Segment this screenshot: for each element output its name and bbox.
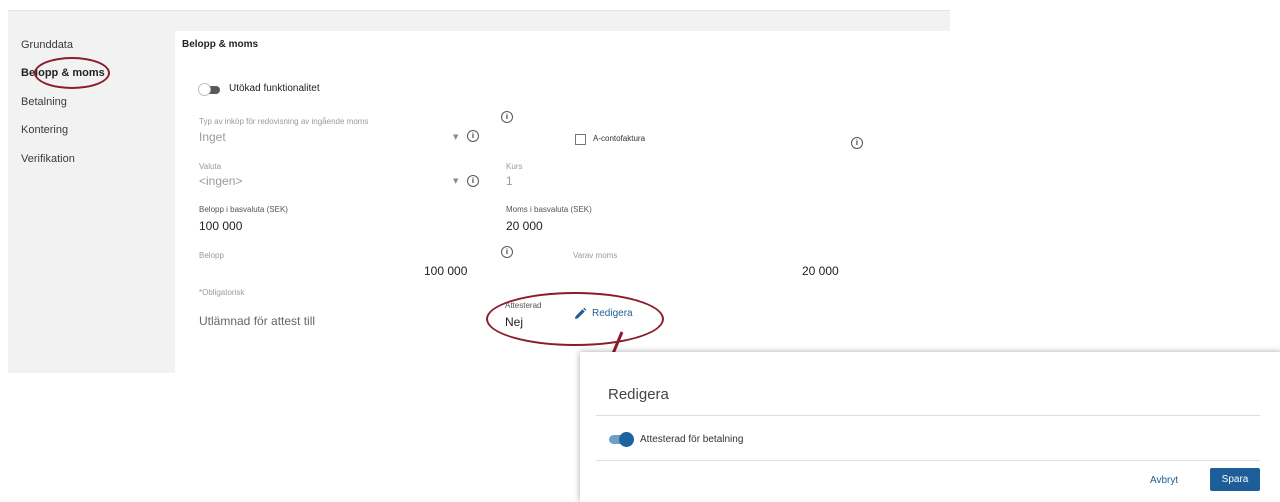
base-vat-value: 20 000 bbox=[506, 219, 543, 233]
highlight-oval-attest bbox=[486, 292, 664, 346]
purchase-type-select[interactable]: Inget bbox=[199, 130, 226, 144]
info-icon[interactable]: i bbox=[501, 111, 513, 123]
amount-label: Belopp bbox=[199, 251, 224, 260]
required-note: *Obligatorisk bbox=[199, 288, 245, 297]
vat-of-which-field[interactable]: 20 000 bbox=[802, 264, 839, 278]
extended-functionality-toggle[interactable] bbox=[198, 83, 220, 96]
divider bbox=[596, 415, 1260, 416]
a-conto-label: A-contofaktura bbox=[593, 134, 646, 143]
base-vat-label: Moms i basvaluta (SEK) bbox=[506, 205, 592, 214]
attested-for-payment-label: Attesterad för betalning bbox=[640, 434, 744, 445]
sidebar-item-kontering[interactable]: Kontering bbox=[21, 124, 68, 136]
info-icon[interactable]: i bbox=[467, 175, 479, 187]
vat-of-which-label: Varav moms bbox=[573, 251, 618, 260]
currency-select[interactable]: <ingen> bbox=[199, 174, 242, 188]
rate-label: Kurs bbox=[506, 162, 523, 171]
screenshot-panel: Grunddata Belopp & moms Betalning Konter… bbox=[8, 10, 950, 373]
sent-for-attest-label: Utlämnad för attest till bbox=[199, 314, 316, 328]
divider bbox=[596, 460, 1260, 461]
base-amount-label: Belopp i basvaluta (SEK) bbox=[199, 205, 288, 214]
chevron-down-icon[interactable]: ▼ bbox=[453, 177, 458, 185]
cancel-button[interactable]: Avbryt bbox=[1150, 475, 1178, 486]
extended-functionality-label: Utökad funktionalitet bbox=[229, 83, 320, 94]
info-icon[interactable]: i bbox=[851, 137, 863, 149]
save-button[interactable]: Spara bbox=[1210, 468, 1260, 491]
chevron-down-icon[interactable]: ▼ bbox=[453, 133, 458, 141]
edit-dialog: Redigera Attesterad för betalning Avbryt… bbox=[580, 352, 1280, 502]
highlight-oval-sidebar bbox=[34, 57, 110, 89]
section-title: Belopp & moms bbox=[182, 39, 259, 50]
attested-for-payment-toggle[interactable] bbox=[609, 432, 634, 447]
currency-label: Valuta bbox=[199, 162, 222, 171]
amount-field[interactable]: 100 000 bbox=[424, 264, 467, 278]
rate-field[interactable]: 1 bbox=[506, 174, 513, 188]
purchase-type-label: Typ av inköp för redovisning av ingående… bbox=[199, 117, 369, 126]
info-icon[interactable]: i bbox=[467, 130, 479, 142]
sidebar-item-verifikation[interactable]: Verifikation bbox=[21, 153, 75, 165]
info-icon[interactable]: i bbox=[501, 246, 513, 258]
sidebar-item-grunddata[interactable]: Grunddata bbox=[21, 39, 73, 51]
sidebar-item-betalning[interactable]: Betalning bbox=[21, 96, 67, 108]
base-amount-value: 100 000 bbox=[199, 219, 243, 233]
dialog-title: Redigera bbox=[608, 386, 669, 403]
a-conto-checkbox[interactable] bbox=[575, 134, 586, 145]
